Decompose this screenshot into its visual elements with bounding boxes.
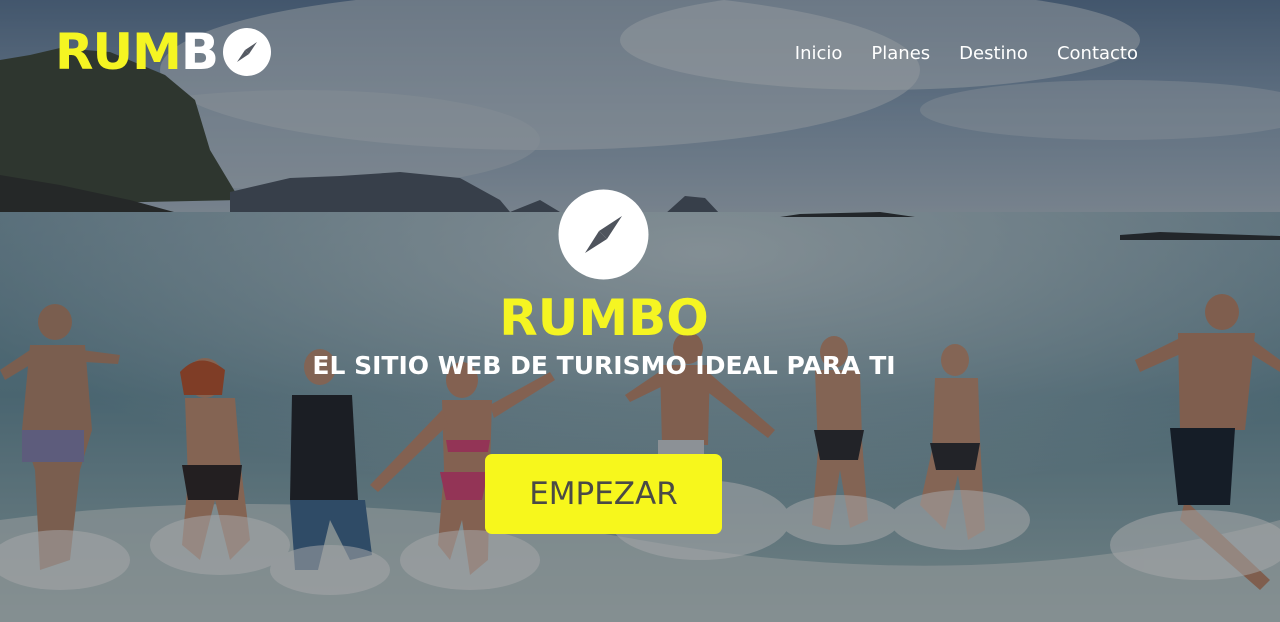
nav-item-contacto[interactable]: Contacto [1057,40,1138,68]
hero-subtitle: EL SITIO WEB DE TURISMO IDEAL PARA TI [312,351,896,380]
main-nav: Inicio Planes Destino Contacto [795,40,1138,68]
brand-logo[interactable]: RUMB [55,24,272,80]
hero-title: RUMBO [499,289,709,347]
brand-logo-text: RUMB [55,23,219,81]
start-button[interactable]: EMPEZAR [485,454,722,534]
nav-item-planes[interactable]: Planes [871,40,930,68]
brand-logo-white-part: B [180,23,219,81]
brand-logo-yellow-part: RUM [55,23,182,81]
nav-item-inicio[interactable]: Inicio [795,40,843,68]
nav-item-destino[interactable]: Destino [959,40,1028,68]
compass-icon [558,189,649,280]
compass-icon [222,28,271,76]
